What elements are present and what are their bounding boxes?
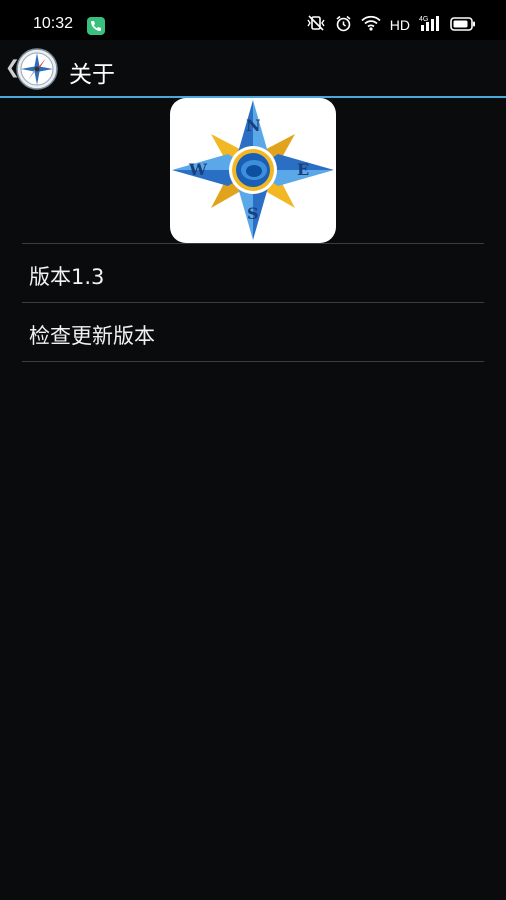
- compass-letter-n: N: [246, 116, 261, 135]
- version-item[interactable]: 版本1.3: [22, 243, 484, 302]
- battery-icon: [450, 16, 476, 35]
- status-time: 10:32: [33, 15, 74, 32]
- check-update-label: 检查更新版本: [29, 324, 155, 348]
- action-bar: ❮ 关于: [0, 40, 506, 98]
- about-list: 版本1.3 检查更新版本: [22, 243, 484, 362]
- hd-label: HD: [389, 17, 410, 33]
- vibrate-off-icon: [306, 14, 326, 36]
- svg-text:4G: 4G: [419, 16, 428, 23]
- check-update-item[interactable]: 检查更新版本: [22, 302, 484, 362]
- compass-letter-s: S: [247, 204, 259, 223]
- version-label: 版本1.3: [29, 265, 105, 289]
- compass-app-icon[interactable]: [16, 48, 58, 90]
- alarm-icon: [335, 15, 352, 36]
- status-indicators: HD 4G: [306, 14, 476, 36]
- phone-call-icon: [87, 17, 105, 35]
- compass-letter-e: E: [297, 160, 310, 179]
- status-bar: 10:32 HD 4G: [0, 0, 506, 40]
- compass-logo: N S W E: [170, 98, 336, 243]
- compass-letter-w: W: [189, 160, 207, 179]
- cellular-signal-icon: 4G: [419, 14, 441, 36]
- page-title: 关于: [69, 62, 115, 88]
- wifi-icon: [361, 15, 381, 35]
